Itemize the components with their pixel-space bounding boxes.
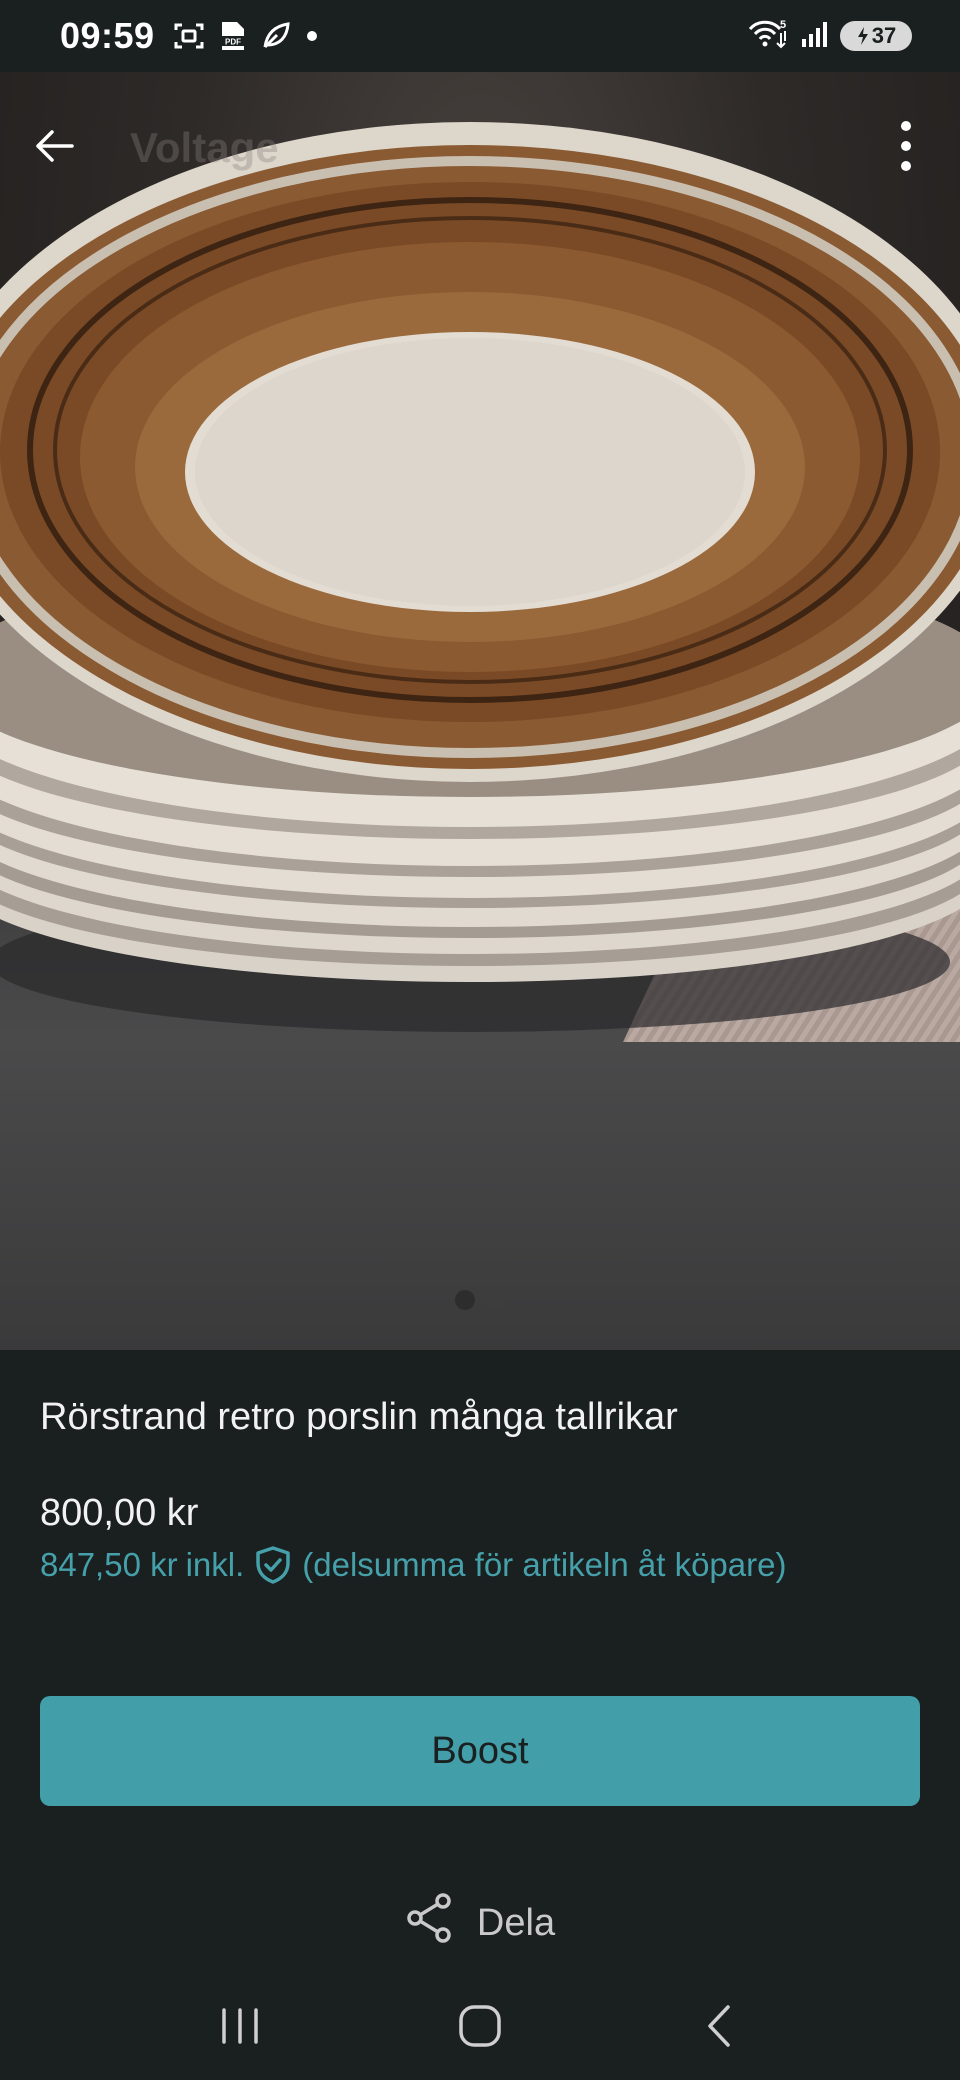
share-button[interactable]: Dela bbox=[0, 1888, 960, 1958]
status-left-icons: PDF bbox=[173, 20, 319, 52]
shield-check-icon bbox=[254, 1545, 292, 1585]
buyer-price-note: (delsumma för artikeln åt köpare) bbox=[302, 1546, 787, 1583]
wifi-label: 5 bbox=[780, 19, 786, 31]
screen: 09:59 PDF 5 37 Voltage Rörstrand retro p… bbox=[0, 0, 960, 2080]
signal-icon bbox=[800, 19, 830, 54]
more-vertical-icon bbox=[896, 118, 916, 179]
back-icon bbox=[704, 2003, 736, 2054]
battery-icon: 37 bbox=[840, 21, 912, 51]
listing-title: Rörstrand retro porslin många tallrikar bbox=[40, 1396, 678, 1438]
gallery-dot[interactable] bbox=[485, 1290, 505, 1310]
status-bar: 09:59 PDF 5 37 bbox=[0, 0, 960, 72]
svg-text:Voltage: Voltage bbox=[130, 124, 279, 171]
status-time: 09:59 bbox=[60, 15, 155, 56]
wifi-icon: 5 bbox=[746, 17, 790, 56]
listing-photo[interactable]: Voltage bbox=[0, 72, 960, 1350]
system-back-button[interactable] bbox=[660, 1988, 780, 2068]
recent-apps-icon bbox=[218, 2006, 262, 2051]
svg-text:PDF: PDF bbox=[225, 38, 241, 47]
pdf-icon: PDF bbox=[219, 20, 247, 52]
plates-illustration: Voltage bbox=[0, 122, 960, 1032]
back-button[interactable] bbox=[18, 112, 90, 184]
battery-level: 37 bbox=[871, 23, 897, 48]
buyer-price-incl: inkl. bbox=[185, 1546, 245, 1583]
boost-button[interactable]: Boost bbox=[40, 1696, 920, 1806]
home-button[interactable] bbox=[420, 1988, 540, 2068]
recent-apps-button[interactable] bbox=[180, 1988, 300, 2068]
listing-price: 800,00 kr bbox=[40, 1492, 199, 1534]
share-label: Dela bbox=[476, 1901, 556, 1944]
leaf-icon bbox=[261, 21, 291, 51]
dot-icon bbox=[305, 29, 319, 43]
screenshot-icon bbox=[173, 20, 205, 52]
gallery-pagination bbox=[0, 1290, 960, 1310]
buyer-price: 847,50 kr bbox=[40, 1546, 178, 1583]
buyer-price-row[interactable]: 847,50 kr inkl. (delsumma för artikeln å… bbox=[40, 1538, 786, 1592]
home-icon bbox=[457, 2003, 503, 2054]
gallery-dot-active[interactable] bbox=[455, 1290, 475, 1310]
system-nav-bar bbox=[0, 1976, 960, 2080]
share-icon bbox=[405, 1892, 455, 1954]
status-right: 5 37 bbox=[746, 17, 912, 56]
more-options-button[interactable] bbox=[870, 112, 942, 184]
arrow-left-icon bbox=[30, 122, 78, 175]
